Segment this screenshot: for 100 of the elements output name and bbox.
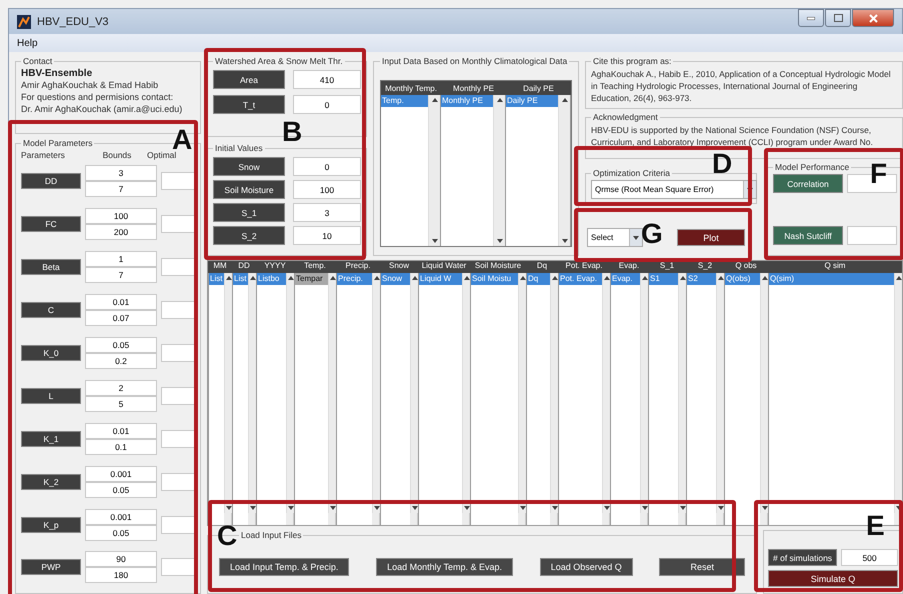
scroll-up-icon[interactable] bbox=[552, 276, 558, 280]
upper-bound-field[interactable]: 0.05 bbox=[85, 482, 157, 498]
upper-bound-field[interactable]: 180 bbox=[85, 567, 157, 584]
plot-button[interactable]: Plot bbox=[677, 229, 745, 246]
optimal-value-field[interactable] bbox=[161, 516, 195, 534]
value-field[interactable]: 0 bbox=[293, 157, 361, 176]
upper-bound-field[interactable]: 0.1 bbox=[85, 438, 157, 455]
load-button[interactable]: Load Monthly Temp. & Evap. bbox=[376, 558, 514, 576]
horizontal-scrollbar[interactable] bbox=[462, 513, 470, 525]
scroll-down-icon[interactable] bbox=[412, 506, 418, 510]
parameter-label[interactable]: C bbox=[21, 302, 81, 318]
scroll-up-icon[interactable] bbox=[642, 276, 648, 280]
value-field[interactable]: 0 bbox=[293, 95, 361, 114]
list-item[interactable]: List bbox=[233, 273, 248, 285]
scroll-down-icon[interactable] bbox=[604, 506, 610, 510]
scroll-up-icon[interactable] bbox=[718, 276, 724, 280]
value-field[interactable]: 100 bbox=[293, 180, 361, 199]
scroll-up-icon[interactable] bbox=[250, 276, 256, 280]
scroll-up-icon[interactable] bbox=[226, 276, 232, 280]
scroll-up-icon[interactable] bbox=[288, 276, 294, 280]
scroll-up-icon[interactable] bbox=[432, 98, 438, 102]
lower-bound-field[interactable]: 3 bbox=[85, 165, 157, 182]
value-field[interactable]: 10 bbox=[293, 226, 361, 245]
list-item[interactable]: Daily PE bbox=[506, 95, 558, 107]
list-item[interactable]: Monthly PE bbox=[441, 95, 493, 107]
horizontal-scrollbar[interactable] bbox=[550, 513, 558, 525]
load-button[interactable]: Load Observed Q bbox=[540, 558, 633, 576]
list-item[interactable]: Q(obs) bbox=[725, 273, 760, 285]
scroll-down-icon[interactable] bbox=[226, 506, 232, 510]
horizontal-scrollbar[interactable] bbox=[328, 513, 336, 525]
list-item[interactable]: Temp. bbox=[381, 95, 428, 107]
parameter-label[interactable]: DD bbox=[21, 173, 81, 190]
simulations-field[interactable]: 500 bbox=[841, 549, 898, 566]
field-label[interactable]: Snow bbox=[213, 157, 285, 176]
simulate-button[interactable]: Simulate Q bbox=[768, 570, 898, 587]
field-label[interactable]: # of simulations bbox=[768, 549, 838, 566]
optimal-value-field[interactable] bbox=[161, 344, 195, 362]
horizontal-scrollbar[interactable] bbox=[678, 513, 686, 525]
optimal-value-field[interactable] bbox=[161, 301, 195, 320]
list-item[interactable]: Q(sim) bbox=[769, 273, 894, 285]
parameter-label[interactable]: FC bbox=[21, 216, 81, 232]
value-field[interactable]: 410 bbox=[293, 70, 361, 89]
scroll-down-icon[interactable] bbox=[520, 506, 526, 510]
horizontal-scrollbar[interactable] bbox=[286, 513, 294, 525]
close-button[interactable] bbox=[852, 9, 894, 27]
scroll-down-icon[interactable] bbox=[642, 506, 648, 510]
parameter-label[interactable]: K_1 bbox=[21, 430, 81, 447]
lower-bound-field[interactable]: 0.01 bbox=[85, 294, 157, 310]
optimal-value-field[interactable] bbox=[161, 430, 195, 448]
list-item[interactable]: Liquid W bbox=[419, 273, 462, 285]
list-item[interactable]: Pot. Evap. bbox=[559, 273, 602, 285]
scroll-down-icon[interactable] bbox=[496, 239, 502, 243]
field-label[interactable]: Area bbox=[213, 70, 285, 89]
scroll-down-icon[interactable] bbox=[330, 506, 336, 510]
parameter-label[interactable]: K_2 bbox=[21, 474, 81, 490]
minimize-button[interactable] bbox=[798, 9, 824, 27]
scroll-down-icon[interactable] bbox=[718, 506, 724, 510]
lower-bound-field[interactable]: 2 bbox=[85, 380, 157, 396]
scroll-up-icon[interactable] bbox=[896, 276, 902, 280]
scroll-down-icon[interactable] bbox=[562, 239, 568, 243]
upper-bound-field[interactable]: 0.2 bbox=[85, 353, 157, 369]
horizontal-scrollbar[interactable] bbox=[518, 513, 526, 525]
list-item[interactable]: Snow bbox=[381, 273, 410, 285]
list-item[interactable]: S2 bbox=[687, 273, 716, 285]
horizontal-scrollbar[interactable] bbox=[602, 513, 610, 525]
lower-bound-field[interactable]: 0.05 bbox=[85, 337, 157, 353]
scroll-down-icon[interactable] bbox=[552, 506, 558, 510]
horizontal-scrollbar[interactable] bbox=[224, 513, 232, 525]
scroll-down-icon[interactable] bbox=[374, 506, 380, 510]
scroll-up-icon[interactable] bbox=[330, 276, 336, 280]
field-label[interactable]: Soil Moisture bbox=[213, 180, 285, 199]
metric-label[interactable]: Correlation bbox=[773, 174, 843, 193]
parameter-dropdown[interactable]: Select bbox=[587, 228, 643, 247]
optimal-value-field[interactable] bbox=[161, 172, 195, 190]
scroll-down-icon[interactable] bbox=[250, 506, 256, 510]
upper-bound-field[interactable]: 0.07 bbox=[85, 310, 157, 326]
scroll-down-icon[interactable] bbox=[464, 506, 470, 510]
load-button[interactable]: Load Input Temp. & Precip. bbox=[219, 558, 350, 576]
criteria-dropdown[interactable]: Qrmse (Root Mean Square Error) bbox=[591, 180, 757, 199]
list-item[interactable]: List bbox=[209, 273, 224, 285]
upper-bound-field[interactable]: 7 bbox=[85, 267, 157, 284]
caret-icon[interactable] bbox=[633, 236, 639, 240]
scroll-up-icon[interactable] bbox=[464, 276, 470, 280]
metric-value-field[interactable] bbox=[847, 226, 897, 245]
list-item[interactable]: Tempar bbox=[295, 273, 328, 285]
scroll-up-icon[interactable] bbox=[496, 98, 502, 102]
scroll-up-icon[interactable] bbox=[374, 276, 380, 280]
parameter-label[interactable]: K_p bbox=[21, 516, 81, 533]
scroll-down-icon[interactable] bbox=[896, 506, 902, 510]
list-item[interactable]: Listbo bbox=[257, 273, 286, 285]
horizontal-scrollbar[interactable] bbox=[640, 513, 648, 525]
parameter-label[interactable]: L bbox=[21, 388, 81, 404]
field-label[interactable]: S_2 bbox=[213, 226, 285, 245]
parameter-label[interactable]: PWP bbox=[21, 559, 81, 576]
scroll-down-icon[interactable] bbox=[288, 506, 294, 510]
lower-bound-field[interactable]: 0.001 bbox=[85, 508, 157, 525]
optimal-value-field[interactable] bbox=[161, 386, 195, 405]
list-item[interactable]: Evap. bbox=[611, 273, 640, 285]
horizontal-scrollbar[interactable] bbox=[248, 513, 256, 525]
scroll-up-icon[interactable] bbox=[520, 276, 526, 280]
